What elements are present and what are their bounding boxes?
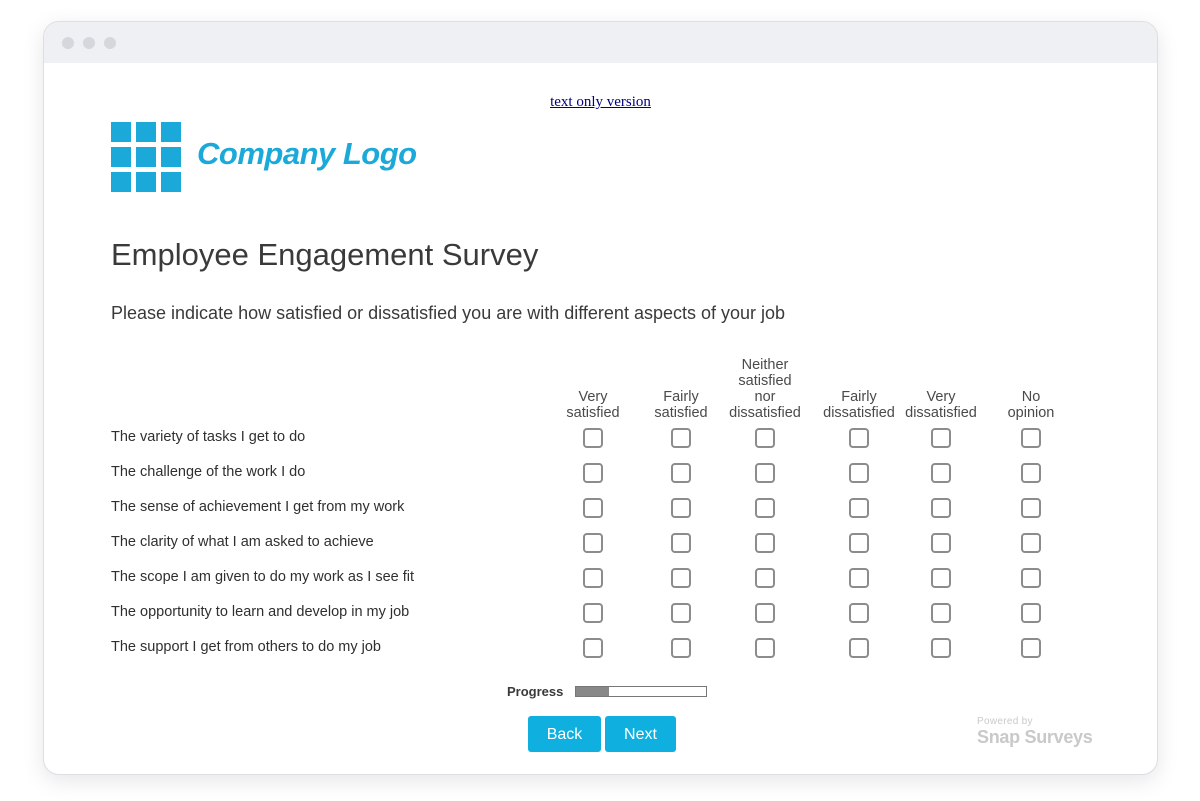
window-dot-icon <box>104 37 116 49</box>
powered-by-text: Powered by <box>977 716 1033 727</box>
rating-checkbox[interactable] <box>583 638 603 658</box>
rating-checkbox[interactable] <box>755 603 775 623</box>
rating-checkbox[interactable] <box>931 533 951 553</box>
snap-surveys-brand: Snap Surveys <box>977 727 1093 747</box>
rating-checkbox[interactable] <box>583 533 603 553</box>
rating-checkbox[interactable] <box>583 498 603 518</box>
rating-checkbox[interactable] <box>849 568 869 588</box>
window-dot-icon <box>83 37 95 49</box>
powered-by-logo: Powered by Snap Surveys <box>977 716 1093 747</box>
rating-checkbox[interactable] <box>671 533 691 553</box>
rating-checkbox[interactable] <box>671 568 691 588</box>
row-label: The support I get from others to do my j… <box>111 639 381 655</box>
rating-checkbox[interactable] <box>671 638 691 658</box>
progress-bar <box>575 686 707 697</box>
rating-checkbox[interactable] <box>755 568 775 588</box>
progress-bar-fill <box>576 687 609 696</box>
rating-checkbox[interactable] <box>583 463 603 483</box>
rating-checkbox[interactable] <box>849 533 869 553</box>
rating-checkbox[interactable] <box>1021 638 1041 658</box>
rating-checkbox[interactable] <box>755 638 775 658</box>
rating-checkbox[interactable] <box>583 428 603 448</box>
rating-checkbox[interactable] <box>1021 603 1041 623</box>
text-only-version-link[interactable]: text only version <box>44 94 1157 111</box>
rating-checkbox[interactable] <box>849 498 869 518</box>
rating-checkbox[interactable] <box>849 638 869 658</box>
logo-text: Company Logo <box>197 136 417 171</box>
rating-checkbox[interactable] <box>849 603 869 623</box>
column-header-line: Neither <box>741 357 789 373</box>
rating-checkbox[interactable] <box>671 603 691 623</box>
window-dot-icon <box>62 37 74 49</box>
rating-checkbox[interactable] <box>931 638 951 658</box>
rating-checkbox[interactable] <box>671 498 691 518</box>
column-header-line: opinion <box>1007 405 1055 421</box>
rating-checkbox[interactable] <box>1021 498 1041 518</box>
column-header-line: No <box>1021 389 1041 405</box>
rating-checkbox[interactable] <box>1021 568 1041 588</box>
company-logo: Company Logo <box>111 122 431 192</box>
rating-checkbox[interactable] <box>755 428 775 448</box>
column-header: No opinion <box>976 389 1086 421</box>
rating-checkbox[interactable] <box>1021 428 1041 448</box>
next-button[interactable]: Next <box>605 716 676 752</box>
row-label: The clarity of what I am asked to achiev… <box>111 534 374 550</box>
rating-checkbox[interactable] <box>583 603 603 623</box>
rating-checkbox[interactable] <box>671 428 691 448</box>
rating-checkbox[interactable] <box>931 603 951 623</box>
rating-checkbox[interactable] <box>931 463 951 483</box>
rating-checkbox[interactable] <box>931 428 951 448</box>
rating-checkbox[interactable] <box>583 568 603 588</box>
rating-checkbox[interactable] <box>671 463 691 483</box>
row-label: The variety of tasks I get to do <box>111 429 306 445</box>
rating-checkbox[interactable] <box>755 498 775 518</box>
row-label: The scope I am given to do my work as I … <box>111 569 415 585</box>
row-label: The challenge of the work I do <box>111 464 306 480</box>
column-header-line: satisfied <box>738 373 792 389</box>
rating-checkbox[interactable] <box>931 498 951 518</box>
rating-checkbox[interactable] <box>931 568 951 588</box>
rating-checkbox[interactable] <box>755 463 775 483</box>
logo-grid-icon <box>111 122 181 192</box>
rating-checkbox[interactable] <box>1021 463 1041 483</box>
rating-checkbox[interactable] <box>1021 533 1041 553</box>
question-text: Please indicate how satisfied or dissati… <box>111 303 786 323</box>
back-button[interactable]: Back <box>528 716 601 752</box>
progress-label: Progress <box>507 684 564 699</box>
browser-window: text only version Company Logo Employee … <box>43 21 1158 775</box>
survey-page: text only version Company Logo Employee … <box>44 63 1157 774</box>
page-title: Employee Engagement Survey <box>111 237 539 272</box>
row-label: The opportunity to learn and develop in … <box>111 604 410 620</box>
rating-checkbox[interactable] <box>849 428 869 448</box>
rating-checkbox[interactable] <box>755 533 775 553</box>
rating-checkbox[interactable] <box>849 463 869 483</box>
title-bar <box>44 22 1157 63</box>
row-label: The sense of achievement I get from my w… <box>111 499 405 515</box>
